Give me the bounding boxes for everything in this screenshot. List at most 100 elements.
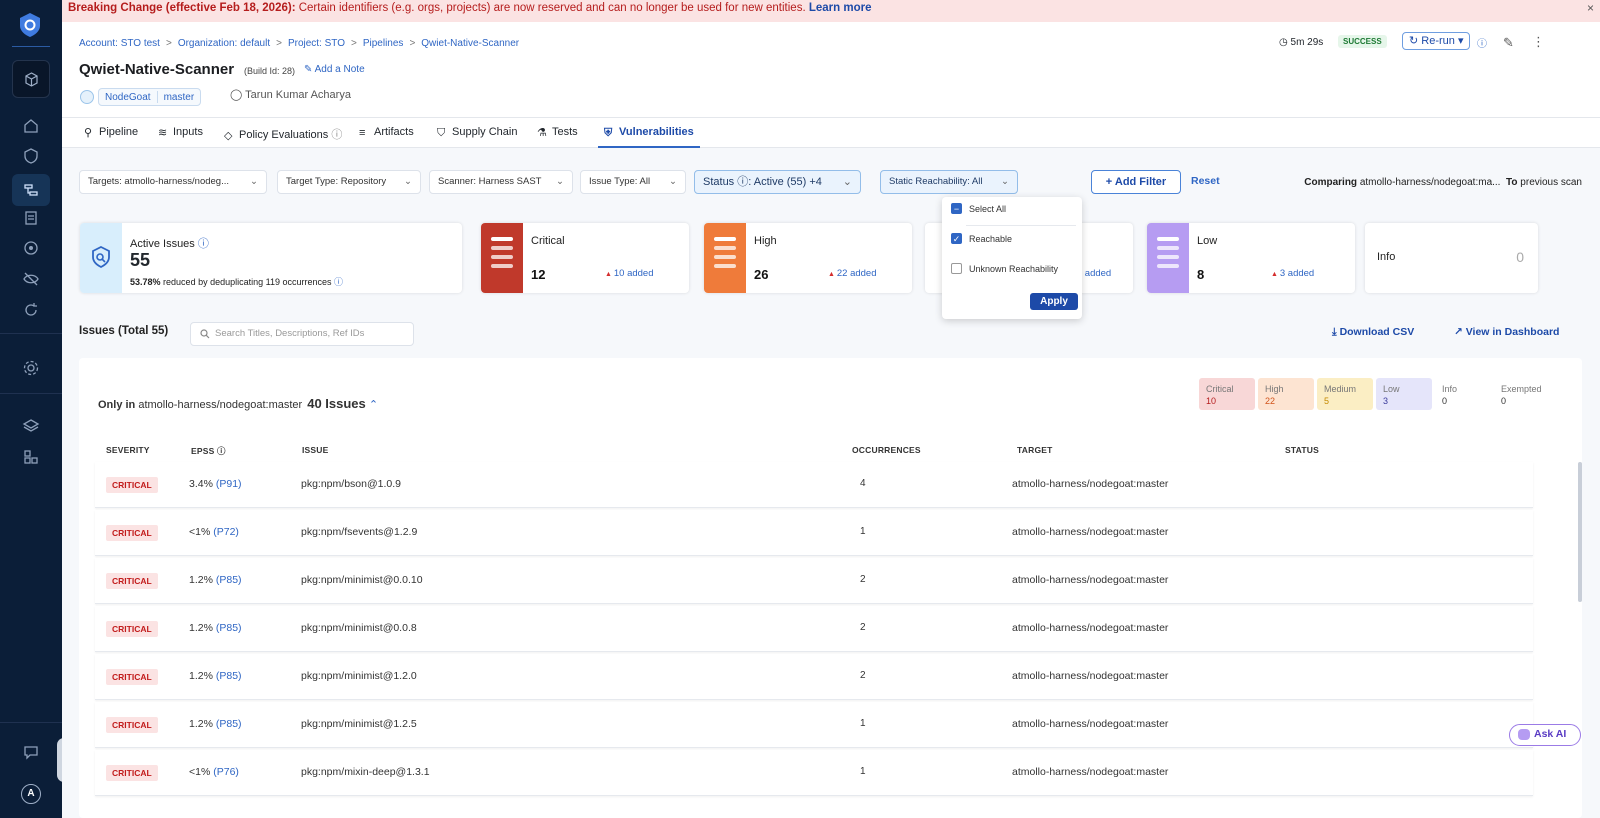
reachable-option[interactable]: ✓ Reachable bbox=[951, 233, 1012, 244]
table-row[interactable]: CRITICAL 1.2% (P85) pkg:npm/minimist@0.0… bbox=[95, 558, 1533, 604]
select-all-option[interactable]: − Select All bbox=[951, 203, 1006, 214]
table-row[interactable]: CRITICAL <1% (P76) pkg:npm/mixin-deep@1.… bbox=[95, 750, 1533, 796]
info-icon[interactable]: ⓘ bbox=[198, 238, 209, 250]
column-header-issue[interactable]: ISSUE bbox=[302, 445, 329, 455]
option-label: Reachable bbox=[969, 233, 1013, 244]
breadcrumb-project[interactable]: Project: STO bbox=[288, 38, 345, 49]
table-row[interactable]: CRITICAL <1% (P72) pkg:npm/fsevents@1.2.… bbox=[95, 510, 1533, 556]
edit-icon[interactable]: ✎ bbox=[1503, 35, 1514, 51]
cube-icon bbox=[25, 72, 38, 87]
breadcrumb-account[interactable]: Account: STO test bbox=[79, 38, 160, 49]
more-options-icon[interactable]: ⋮ bbox=[1532, 34, 1545, 50]
refresh-icon[interactable] bbox=[21, 300, 41, 320]
sev-value: 22 bbox=[1265, 396, 1276, 406]
breadcrumb-scanner[interactable]: Qwiet-Native-Scanner bbox=[421, 38, 519, 49]
download-csv-button[interactable]: ⤓ Download CSV bbox=[1332, 326, 1414, 339]
critical-card[interactable]: Critical 12 10 added bbox=[481, 223, 689, 293]
sev-label: Critical bbox=[1206, 384, 1234, 394]
gear-icon[interactable] bbox=[21, 358, 41, 378]
repo-branch-chip[interactable]: NodeGoat master bbox=[98, 88, 202, 106]
tab-vulnerabilities[interactable]: ⛨ Vulnerabilities bbox=[598, 126, 700, 148]
status-filter[interactable]: Status ⓘ: Active (55) +4 ⌄ bbox=[694, 170, 861, 194]
comparing-value[interactable]: atmollo-harness/nodegoat:ma... bbox=[1360, 177, 1501, 188]
ask-ai-button[interactable]: Ask AI bbox=[1509, 724, 1581, 746]
table-row[interactable]: CRITICAL 1.2% (P85) pkg:npm/minimist@0.0… bbox=[95, 606, 1533, 652]
to-value[interactable]: previous scan bbox=[1520, 177, 1582, 188]
reset-filters-link[interactable]: Reset bbox=[1191, 175, 1220, 187]
column-header-occurrences[interactable]: OCCURRENCES bbox=[852, 445, 921, 455]
rerun-button[interactable]: ↻ Re-run ▾ bbox=[1402, 32, 1471, 50]
close-icon[interactable]: × bbox=[1587, 1, 1594, 16]
targets-filter[interactable]: Targets: atmollo-harness/nodeg... ⌄ bbox=[79, 170, 267, 194]
user-name: Tarun Kumar Acharya bbox=[245, 89, 351, 101]
layers-icon[interactable] bbox=[21, 416, 41, 436]
search-icon bbox=[200, 329, 210, 339]
reachability-dropdown: − Select All ✓ Reachable Unknown Reachabil… bbox=[942, 197, 1082, 319]
breaking-change-banner: Breaking Change (effective Feb 18, 2026)… bbox=[62, 0, 1600, 22]
severity-bars-icon bbox=[1157, 237, 1179, 273]
module-switcher-button[interactable] bbox=[12, 60, 50, 98]
column-header-severity[interactable]: SEVERITY bbox=[106, 445, 150, 455]
static-reachability-filter[interactable]: Static Reachability: All ⌄ bbox=[880, 170, 1018, 194]
execution-tabs: ⚲ Pipeline ≋ Inputs ◇ Policy Evaluations ⓘ … bbox=[62, 118, 1600, 148]
modules-icon[interactable] bbox=[21, 447, 41, 467]
tab-artifacts[interactable]: ≡ Artifacts bbox=[359, 126, 414, 148]
add-filter-button[interactable]: + Add Filter bbox=[1091, 170, 1181, 194]
pipeline-executions-icon[interactable] bbox=[21, 180, 41, 200]
tab-pipeline[interactable]: ⚲ Pipeline bbox=[84, 126, 138, 148]
high-card[interactable]: High 26 22 added bbox=[704, 223, 912, 293]
critical-count: 12 bbox=[531, 267, 546, 282]
view-in-dashboard-button[interactable]: ↗ View in Dashboard bbox=[1454, 326, 1559, 338]
document-icon[interactable] bbox=[21, 208, 41, 228]
tab-supply-chain[interactable]: ⛉ Supply Chain bbox=[437, 126, 517, 148]
add-note-link[interactable]: ✎ Add a Note bbox=[304, 64, 365, 75]
search-input[interactable]: Search Titles, Descriptions, Ref IDs bbox=[190, 322, 414, 346]
harness-logo-icon[interactable] bbox=[18, 12, 42, 38]
unchecked-checkbox[interactable] bbox=[951, 263, 962, 274]
table-row[interactable]: CRITICAL 1.2% (P85) pkg:npm/minimist@1.2… bbox=[95, 654, 1533, 700]
apply-button[interactable]: Apply bbox=[1030, 293, 1078, 310]
tab-tests[interactable]: ⚗ Tests bbox=[537, 126, 578, 148]
unknown-reachability-option[interactable]: Unknown Reachability bbox=[951, 263, 1058, 274]
avatar[interactable]: A bbox=[21, 784, 41, 804]
issue-type-filter[interactable]: Issue Type: All ⌄ bbox=[580, 170, 686, 194]
epss-percentile: (P85) bbox=[215, 574, 242, 586]
to-label: To bbox=[1506, 177, 1518, 188]
column-header-target[interactable]: TARGET bbox=[1017, 445, 1053, 455]
breadcrumb-sep: > bbox=[165, 38, 172, 49]
target-icon[interactable] bbox=[21, 238, 41, 258]
indeterminate-checkbox[interactable]: − bbox=[951, 203, 962, 214]
sev-value: 5 bbox=[1324, 396, 1330, 406]
home-icon[interactable] bbox=[21, 116, 41, 136]
column-header-status[interactable]: STATUS bbox=[1285, 445, 1319, 455]
option-label: Select All bbox=[969, 203, 1007, 214]
high-count-box: High 22 bbox=[1258, 378, 1314, 410]
table-scrollbar[interactable] bbox=[1578, 462, 1582, 602]
breadcrumb-pipelines[interactable]: Pipelines bbox=[363, 38, 404, 49]
checked-checkbox[interactable]: ✓ bbox=[951, 233, 962, 244]
comparing-info: Comparing atmollo-harness/nodegoat:ma...… bbox=[1304, 177, 1582, 188]
main-content: Breaking Change (effective Feb 18, 2026)… bbox=[62, 0, 1600, 818]
tab-policy-evaluations[interactable]: ◇ Policy Evaluations ⓘ bbox=[224, 126, 342, 148]
table-row[interactable]: CRITICAL 3.4% (P91) pkg:npm/bson@1.0.9 4… bbox=[95, 462, 1533, 508]
banner-learn-more-link[interactable]: Learn more bbox=[809, 2, 872, 14]
info-icon[interactable]: ⓘ bbox=[334, 277, 343, 287]
tab-label: Supply Chain bbox=[452, 126, 518, 138]
shield-check-icon[interactable] bbox=[21, 146, 41, 166]
eye-off-icon[interactable] bbox=[21, 269, 41, 289]
duration-value: 5m 29s bbox=[1290, 37, 1324, 48]
only-in-group-header[interactable]: Only in atmollo-harness/nodegoat:master 4… bbox=[98, 396, 378, 411]
tab-inputs[interactable]: ≋ Inputs bbox=[158, 126, 203, 148]
info-icon[interactable]: ⓘ bbox=[1477, 35, 1487, 50]
info-card[interactable]: Info 0 bbox=[1365, 223, 1538, 293]
target-type-filter[interactable]: Target Type: Repository ⌄ bbox=[277, 170, 421, 194]
table-row[interactable]: CRITICAL 1.2% (P85) pkg:npm/minimist@1.2… bbox=[95, 702, 1533, 748]
target-value: atmollo-harness/nodegoat:master bbox=[1012, 718, 1169, 730]
chat-icon[interactable] bbox=[21, 742, 41, 762]
dashboard-label: View in Dashboard bbox=[1465, 326, 1560, 338]
epss-percentile: (P85) bbox=[215, 622, 242, 634]
low-card[interactable]: Low 8 3 added bbox=[1147, 223, 1355, 293]
breadcrumb-org[interactable]: Organization: default bbox=[178, 38, 270, 49]
scanner-filter[interactable]: Scanner: Harness SAST ⌄ bbox=[429, 170, 573, 194]
column-header-epss[interactable]: EPSS ⓘ bbox=[191, 445, 226, 457]
